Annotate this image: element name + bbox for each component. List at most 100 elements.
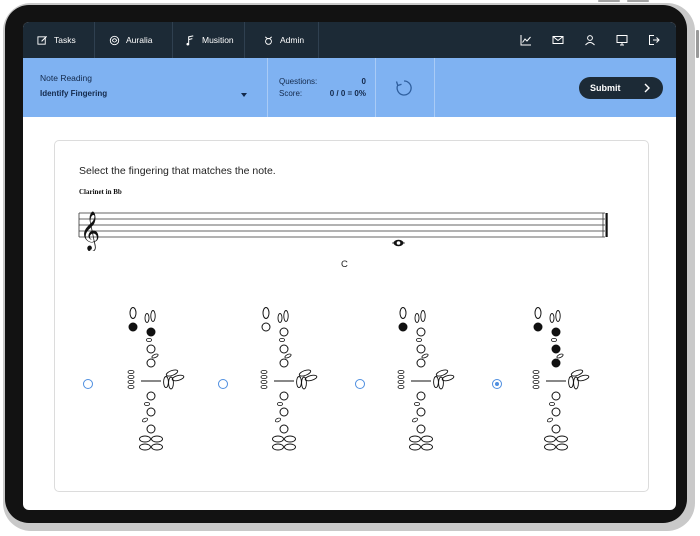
tablet-top-button [627,0,649,2]
chevron-right-icon [644,83,650,93]
clarinet-fingering-chart [532,307,590,451]
question-card: Select the fingering that matches the no… [54,140,649,492]
tab-musition-label: Musition [202,35,234,45]
tone-hole [279,391,289,401]
user-icon[interactable] [584,34,596,46]
tone-hole [146,407,156,417]
option-3-radio[interactable] [355,379,365,389]
tab-musition[interactable]: Musition [173,22,245,58]
pinky-key [151,443,163,451]
tone-hole [416,424,426,434]
pinky-key [409,435,421,443]
pinky-key [556,435,568,443]
trill-key [284,353,292,359]
tone-hole [398,322,408,332]
tablet-top-button [598,0,620,2]
questions-label: Questions: [279,77,318,86]
trill-key [548,402,555,407]
tone-hole [551,407,561,417]
trill-key [556,353,564,359]
trill-key [413,402,420,407]
side-key [296,376,302,388]
trill-key [415,338,422,343]
refresh-icon[interactable] [394,78,414,98]
exercise-title: Note Reading [40,73,92,83]
pinky-key [284,435,296,443]
tone-hole [551,424,561,434]
pinky-key [556,443,568,451]
submit-button[interactable]: Submit [579,77,663,99]
tone-hole [551,358,561,368]
exercise-toolbar: Note Reading Identify Fingering Question… [23,58,676,117]
app-screen: Tasks Auralia Musition Admin Note Readin… [23,22,676,510]
side-key [260,370,268,375]
side-key [532,385,540,390]
tone-hole [128,322,138,332]
trill-key [145,338,152,343]
trill-key [274,417,282,423]
pinky-key [284,443,296,451]
tone-hole [261,322,271,332]
tab-auralia-label: Auralia [126,35,153,45]
side-key [301,376,307,390]
tab-admin[interactable]: Admin [245,22,319,58]
pinky-key [544,443,556,451]
option-2-radio[interactable] [218,379,228,389]
side-key [260,375,268,380]
tone-hole [279,358,289,368]
pinky-key [272,443,284,451]
trill-key [276,402,283,407]
note-name: C [341,259,348,270]
tab-tasks[interactable]: Tasks [23,22,95,58]
register-key [399,307,407,319]
side-key [532,370,540,375]
edit-icon [37,35,48,45]
divider [375,58,376,117]
side-key [420,310,426,322]
side-key [397,370,405,375]
monitor-icon[interactable] [616,34,628,46]
tone-hole [533,322,543,332]
topic-select[interactable]: Identify Fingering [40,89,107,98]
tone-hole [146,358,156,368]
tone-hole [279,344,289,354]
tone-hole [279,407,289,417]
trill-key [278,338,285,343]
side-key [168,376,174,390]
side-key [397,380,405,385]
musition-logo-icon [186,34,194,45]
side-key [127,385,135,390]
mail-icon[interactable] [552,34,564,46]
trill-key [143,402,150,407]
admin-icon [264,36,273,45]
divider [267,58,268,117]
side-key [573,376,579,390]
side-key [433,376,439,388]
side-key [397,375,405,380]
side-key [260,380,268,385]
submit-label: Submit [590,83,621,93]
tone-hole [416,358,426,368]
tone-hole [146,424,156,434]
option-4-radio[interactable] [492,379,502,389]
tab-auralia[interactable]: Auralia [95,22,173,58]
chart-icon[interactable] [520,34,532,46]
side-key [414,313,420,323]
score-value: 0 / 0 = 0% [329,89,366,98]
trill-key [550,338,557,343]
score-label: Score: [279,89,303,98]
logout-icon[interactable] [648,34,660,46]
option-1-radio[interactable] [83,379,93,389]
pinky-key [409,443,421,451]
chevron-down-icon[interactable] [241,93,247,97]
side-key [150,310,156,322]
clarinet-fingering-chart [127,307,185,451]
tone-hole [416,391,426,401]
side-key [127,370,135,375]
tone-hole [551,344,561,354]
side-key [277,313,283,323]
side-key [549,313,555,323]
divider [434,58,435,117]
auralia-logo-icon [109,35,120,45]
trill-key [141,417,149,423]
